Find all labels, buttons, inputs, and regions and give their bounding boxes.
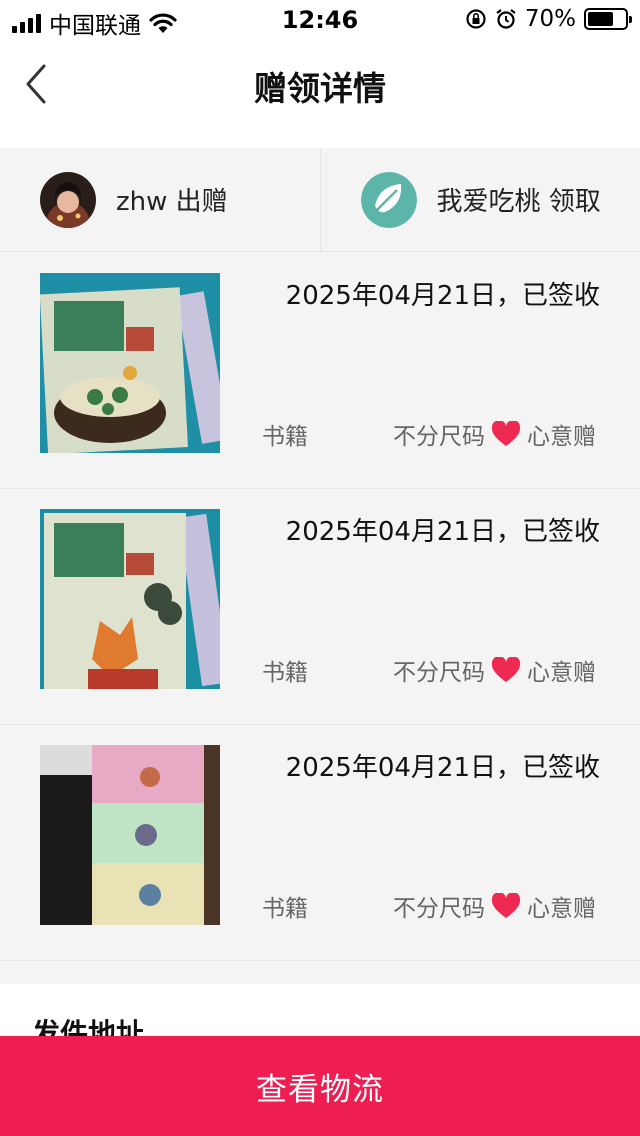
item-date-status: 2025年04月21日，已签收 xyxy=(285,517,600,547)
gift-item[interactable]: 2025年04月21日，已签收 书籍 不分尺码 心意赠 xyxy=(0,725,640,961)
item-category: 书籍 xyxy=(262,896,308,922)
gift-item[interactable]: 2025年04月21日，已签收 书籍 不分尺码 心意赠 xyxy=(0,253,640,489)
item-thumbnail xyxy=(40,509,220,689)
parties-row: zhw 出赠 我爱吃桃 领取 xyxy=(0,148,640,252)
item-meta: 不分尺码 心意赠 xyxy=(393,653,596,687)
view-logistics-button[interactable]: 查看物流 xyxy=(0,1036,640,1136)
item-size: 不分尺码 xyxy=(393,896,485,922)
heart-icon xyxy=(491,421,521,446)
status-bar: 中国联通 12:46 70% xyxy=(0,0,640,40)
giver-avatar xyxy=(40,171,96,228)
item-date-status: 2025年04月21日，已签收 xyxy=(285,753,600,783)
gift-item[interactable]: 2025年04月21日，已签收 书籍 不分尺码 心意赠 xyxy=(0,489,640,725)
item-gift-type: 心意赠 xyxy=(527,424,596,450)
battery-percent: 70% xyxy=(524,6,576,32)
item-date-status: 2025年04月21日，已签收 xyxy=(285,281,600,311)
nav-bar: 赠领详情 xyxy=(0,40,640,148)
item-category: 书籍 xyxy=(262,660,308,686)
alarm-icon xyxy=(496,9,516,29)
status-right: 70% xyxy=(465,6,632,32)
gift-detail-page: 中国联通 12:46 70% 赠领详情 zhw 出赠 我爱吃桃 领取 2025年… xyxy=(0,0,640,1136)
rotation-lock-icon xyxy=(466,9,486,29)
receiver-label: 我爱吃桃 领取 xyxy=(436,187,601,217)
item-size: 不分尺码 xyxy=(393,424,485,450)
item-thumbnail xyxy=(40,273,220,453)
battery-icon xyxy=(584,8,632,30)
item-gift-type: 心意赠 xyxy=(527,660,596,686)
battery-fill xyxy=(588,12,614,26)
item-size: 不分尺码 xyxy=(393,660,485,686)
page-title: 赠领详情 xyxy=(254,69,386,108)
receiver-avatar xyxy=(360,171,417,228)
item-category: 书籍 xyxy=(262,424,308,450)
heart-icon xyxy=(491,893,521,918)
item-meta: 不分尺码 心意赠 xyxy=(393,889,596,923)
item-gift-type: 心意赠 xyxy=(527,896,596,922)
item-thumbnail xyxy=(40,745,220,925)
heart-icon xyxy=(491,657,521,682)
receiver-info[interactable]: 我爱吃桃 领取 xyxy=(319,148,640,251)
item-meta: 不分尺码 心意赠 xyxy=(393,417,596,451)
giver-label: zhw 出赠 xyxy=(116,187,228,217)
giver-info[interactable]: zhw 出赠 xyxy=(0,148,320,251)
